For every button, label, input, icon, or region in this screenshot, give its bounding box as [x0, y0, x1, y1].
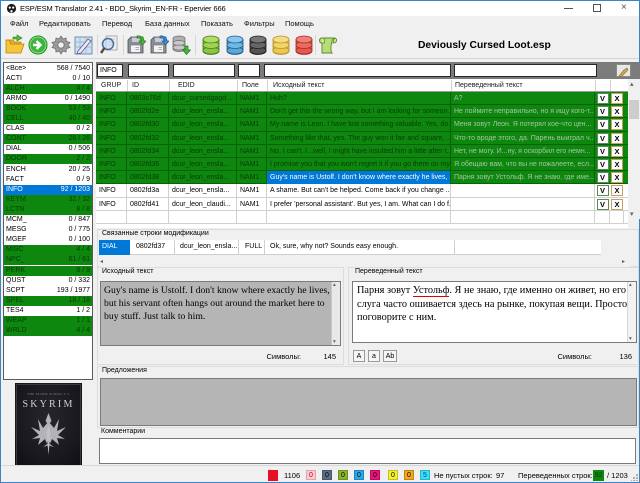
svg-text:SKYRIM: SKYRIM: [22, 399, 74, 410]
svg-text:THE ELDER SCROLLS V: THE ELDER SCROLLS V: [27, 392, 70, 396]
